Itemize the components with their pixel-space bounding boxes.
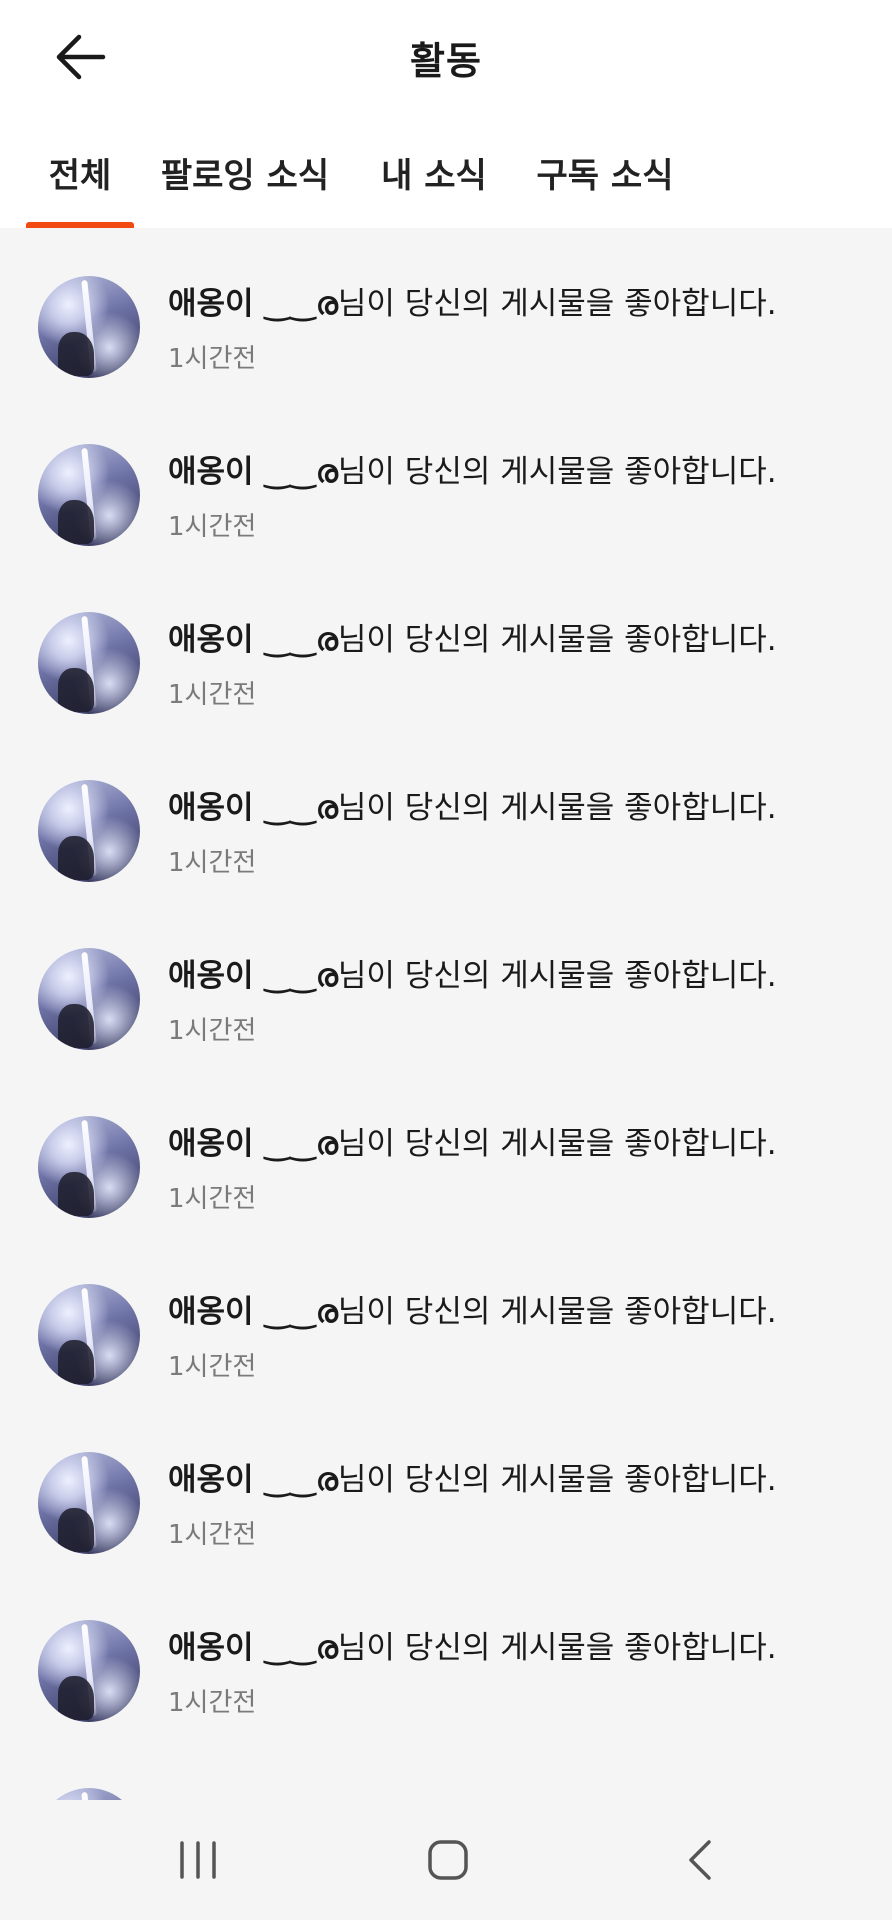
recent-apps-button[interactable] bbox=[158, 1830, 238, 1890]
avatar[interactable] bbox=[38, 1116, 140, 1218]
tab-label: 내 소식 bbox=[381, 156, 487, 196]
notification-message: 애옹이 ‿‿ര님이 당신의 게시물을 좋아합니다. bbox=[168, 1118, 777, 1163]
notification-text: 님이 당신의 게시물을 좋아합니다. bbox=[337, 958, 777, 994]
user-name[interactable]: 애옹이 ‿‿ര bbox=[168, 790, 338, 826]
notification-message: 애옹이 ‿‿ര님이 당신의 게시물을 좋아합니다. bbox=[168, 950, 777, 995]
home-button[interactable] bbox=[408, 1830, 488, 1890]
user-name[interactable]: 애옹이 ‿‿ര bbox=[168, 1630, 338, 1666]
avatar[interactable] bbox=[38, 780, 140, 882]
tab-label: 전체 bbox=[48, 156, 112, 196]
notification-message: 애옹이 ‿‿ര님이 당신의 게시물을 좋아합니다. bbox=[168, 446, 777, 491]
notification-time: 1시간전 bbox=[168, 1184, 257, 1214]
tab-subscriptions[interactable]: 구독 소식 bbox=[530, 148, 680, 228]
user-name[interactable]: 애옹이 ‿‿ര bbox=[168, 286, 338, 322]
notification-message: 애옹이 ‿‿ര님이 당신의 게시물을 좋아합니다. bbox=[168, 782, 777, 827]
notification-time: 1시간전 bbox=[168, 848, 257, 878]
home-icon bbox=[428, 1840, 468, 1880]
notification-item[interactable]: 애옹이 ‿‿ര님이 당신의 게시물을 좋아합니다. 1시간전 bbox=[0, 900, 892, 1068]
avatar[interactable] bbox=[38, 612, 140, 714]
notification-text: 님이 당신의 게시물을 좋아합니다. bbox=[337, 1294, 777, 1330]
tab-label: 구독 소식 bbox=[536, 156, 674, 196]
user-name[interactable]: 애옹이 ‿‿ര bbox=[168, 1294, 338, 1330]
avatar[interactable] bbox=[38, 948, 140, 1050]
notification-text: 님이 당신의 게시물을 좋아합니다. bbox=[337, 1462, 777, 1498]
notification-item[interactable]: 애옹이 ‿‿ര님이 당신의 게시물을 좋아합니다. 1시간전 bbox=[0, 1404, 892, 1572]
notification-item[interactable]: 애옹이 ‿‿ര님이 당신의 게시물을 좋아합니다. 1시간전 bbox=[0, 1068, 892, 1236]
notification-time: 1시간전 bbox=[168, 512, 257, 542]
user-name[interactable]: 애옹이 ‿‿ര bbox=[168, 958, 338, 994]
page-title: 활동 bbox=[410, 39, 482, 83]
tab-my-news[interactable]: 내 소식 bbox=[376, 148, 492, 228]
notification-time: 1시간전 bbox=[168, 1352, 257, 1382]
user-name[interactable]: 애옹이 ‿‿ര bbox=[168, 622, 338, 658]
avatar[interactable] bbox=[38, 1284, 140, 1386]
notification-time: 1시간전 bbox=[168, 1016, 257, 1046]
notification-item[interactable]: 애옹이 ‿‿ര님이 당신의 게시물을 좋아합니다. 1시간전 bbox=[0, 1572, 892, 1740]
notification-message: 애옹이 ‿‿ര님이 당신의 게시물을 좋아합니다. bbox=[168, 278, 777, 323]
notification-time: 1시간전 bbox=[168, 1520, 257, 1550]
notification-item[interactable]: 애옹이 ‿‿ര님이 당신의 게시물을 좋아합니다. 1시간전 bbox=[0, 396, 892, 564]
notification-message: 애옹이 ‿‿ര님이 당신의 게시물을 좋아합니다. bbox=[168, 1454, 777, 1499]
notification-message: 애옹이 ‿‿ര님이 당신의 게시물을 좋아합니다. bbox=[168, 1286, 777, 1331]
notification-text: 님이 당신의 게시물을 좋아합니다. bbox=[337, 790, 777, 826]
notification-text: 님이 당신의 게시물을 좋아합니다. bbox=[337, 454, 777, 490]
notification-message: 애옹이 ‿‿ര님이 당신의 게시물을 좋아합니다. bbox=[168, 1622, 777, 1667]
back-chevron-icon bbox=[689, 1840, 711, 1880]
app-header: 활동 전체 팔로잉 소식 내 소식 구독 소식 bbox=[0, 0, 892, 228]
recent-apps-icon bbox=[180, 1841, 216, 1879]
notification-time: 1시간전 bbox=[168, 1688, 257, 1718]
notification-text: 님이 당신의 게시물을 좋아합니다. bbox=[337, 1126, 777, 1162]
nav-back-button[interactable] bbox=[660, 1830, 740, 1890]
tab-label: 팔로잉 소식 bbox=[160, 156, 330, 196]
notification-text: 님이 당신의 게시물을 좋아합니다. bbox=[337, 286, 777, 322]
notification-item[interactable]: 애옹이 ‿‿ര님이 당신의 게시물을 좋아합니다. 1시간전 bbox=[0, 228, 892, 396]
avatar[interactable] bbox=[38, 1452, 140, 1554]
tab-all[interactable]: 전체 bbox=[26, 148, 134, 228]
avatar[interactable] bbox=[38, 1788, 140, 1800]
system-nav-bar bbox=[0, 1800, 892, 1920]
notification-item[interactable]: 애옹이 ‿‿ര님이 당신의 게시물을 좋아합니다. 1시간전 bbox=[0, 564, 892, 732]
notification-item[interactable]: 애옹이 ‿‿ര님이 당신의 게시물을 좋아합니다. 1시간전 bbox=[0, 732, 892, 900]
notification-text: 님이 당신의 게시물을 좋아합니다. bbox=[337, 1630, 777, 1666]
avatar[interactable] bbox=[38, 1620, 140, 1722]
avatar[interactable] bbox=[38, 276, 140, 378]
user-name[interactable]: 애옹이 ‿‿ര bbox=[168, 1126, 338, 1162]
user-name[interactable]: 애옹이 ‿‿ര bbox=[168, 1462, 338, 1498]
notification-text: 님이 당신의 게시물을 좋아합니다. bbox=[337, 622, 777, 658]
notification-time: 1시간전 bbox=[168, 344, 257, 374]
avatar[interactable] bbox=[38, 444, 140, 546]
user-name[interactable]: 애옹이 ‿‿ര bbox=[168, 454, 338, 490]
notification-message: 애옹이 ‿‿ര님이 당신의 게시물을 좋아합니다. bbox=[168, 614, 777, 659]
tab-following[interactable]: 팔로잉 소식 bbox=[160, 148, 330, 228]
notification-item-partial[interactable] bbox=[0, 1740, 892, 1800]
notification-item[interactable]: 애옹이 ‿‿ര님이 당신의 게시물을 좋아합니다. 1시간전 bbox=[0, 1236, 892, 1404]
tab-bar: 전체 팔로잉 소식 내 소식 구독 소식 bbox=[0, 130, 892, 228]
notification-time: 1시간전 bbox=[168, 680, 257, 710]
notification-list[interactable]: 애옹이 ‿‿ര님이 당신의 게시물을 좋아합니다. 1시간전 애옹이 ‿‿ര님이… bbox=[0, 228, 892, 1800]
